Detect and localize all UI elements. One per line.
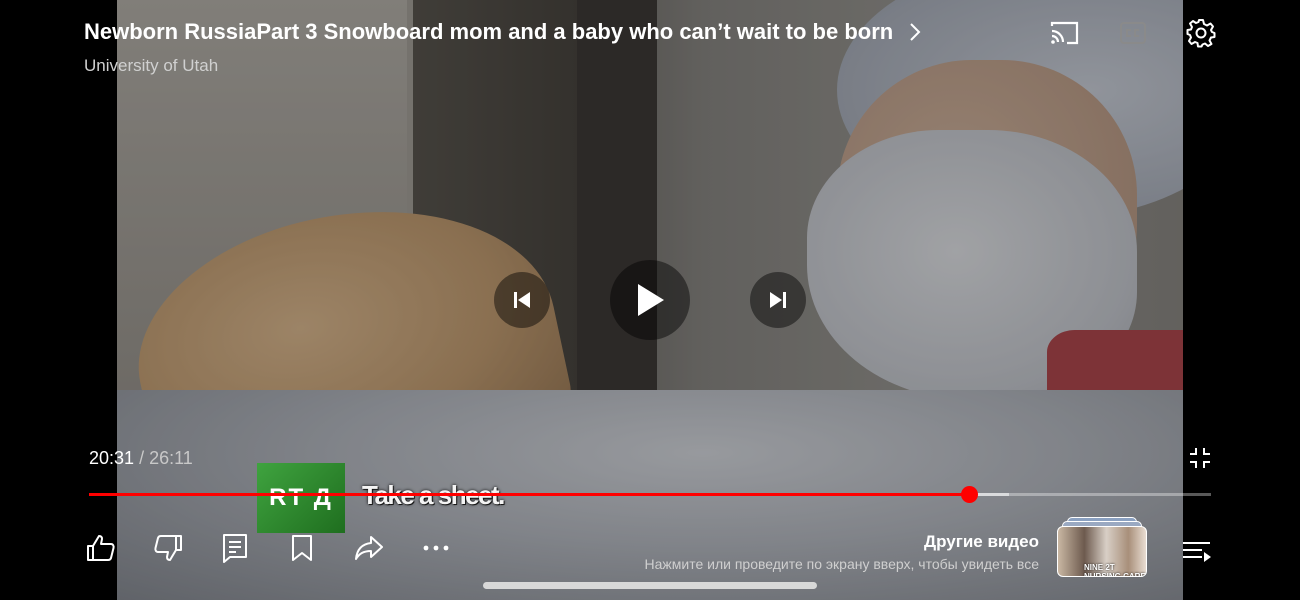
other-videos-title[interactable]: Другие видео bbox=[644, 532, 1039, 552]
progress-played bbox=[89, 493, 969, 496]
settings-gear-icon[interactable] bbox=[1186, 18, 1216, 48]
previous-button[interactable] bbox=[494, 272, 550, 328]
time-display: 20:31 / 26:11 bbox=[89, 448, 193, 469]
rt-logo: RT Д bbox=[257, 463, 345, 533]
time-separator: / bbox=[139, 448, 145, 468]
captions-icon[interactable] bbox=[1118, 18, 1148, 48]
exit-fullscreen-icon[interactable] bbox=[1188, 446, 1212, 470]
more-button[interactable] bbox=[421, 533, 451, 563]
home-indicator[interactable] bbox=[483, 582, 817, 589]
save-bookmark-icon bbox=[292, 535, 312, 561]
other-videos-hint: Нажмите или проведите по экрану вверх, ч… bbox=[644, 556, 1039, 572]
thumbnail-card-front[interactable]: NINE 2T NURSING CARE bbox=[1057, 526, 1147, 577]
next-button[interactable] bbox=[750, 272, 806, 328]
skip-previous-icon bbox=[514, 292, 530, 308]
other-videos-prompt[interactable]: Другие видео Нажмите или проведите по эк… bbox=[644, 532, 1039, 572]
more-horizontal-icon bbox=[423, 545, 449, 551]
channel-name[interactable]: University of Utah bbox=[84, 56, 218, 76]
dislike-button[interactable] bbox=[153, 533, 183, 563]
playlist-queue-icon[interactable] bbox=[1182, 538, 1212, 564]
video-title[interactable]: Newborn RussiaPart 3 Snowboard mom and a… bbox=[84, 19, 893, 45]
thumbnail-caption: NINE 2T NURSING CARE bbox=[1084, 563, 1146, 577]
dislike-icon bbox=[154, 535, 182, 561]
share-icon bbox=[355, 536, 383, 560]
skip-next-icon bbox=[770, 292, 786, 308]
center-controls bbox=[0, 260, 1300, 340]
current-time: 20:31 bbox=[89, 448, 135, 468]
save-button[interactable] bbox=[287, 533, 317, 563]
cast-icon[interactable] bbox=[1050, 18, 1080, 48]
like-button[interactable] bbox=[86, 533, 116, 563]
progress-scrubber[interactable] bbox=[960, 486, 978, 503]
like-icon bbox=[87, 535, 115, 561]
top-toolbar bbox=[1050, 18, 1216, 48]
play-button[interactable] bbox=[610, 260, 690, 340]
action-bar bbox=[86, 533, 451, 563]
duration: 26:11 bbox=[149, 448, 193, 468]
comments-button[interactable] bbox=[220, 533, 250, 563]
comments-icon bbox=[223, 534, 247, 563]
other-videos-thumbnail-stack[interactable]: NINE 2T NURSING CARE bbox=[1057, 517, 1147, 577]
title-row[interactable]: Newborn RussiaPart 3 Snowboard mom and a… bbox=[84, 19, 923, 45]
play-icon bbox=[638, 284, 664, 316]
chevron-right-icon[interactable] bbox=[907, 22, 923, 42]
progress-bar[interactable] bbox=[89, 486, 1211, 503]
share-button[interactable] bbox=[354, 533, 384, 563]
